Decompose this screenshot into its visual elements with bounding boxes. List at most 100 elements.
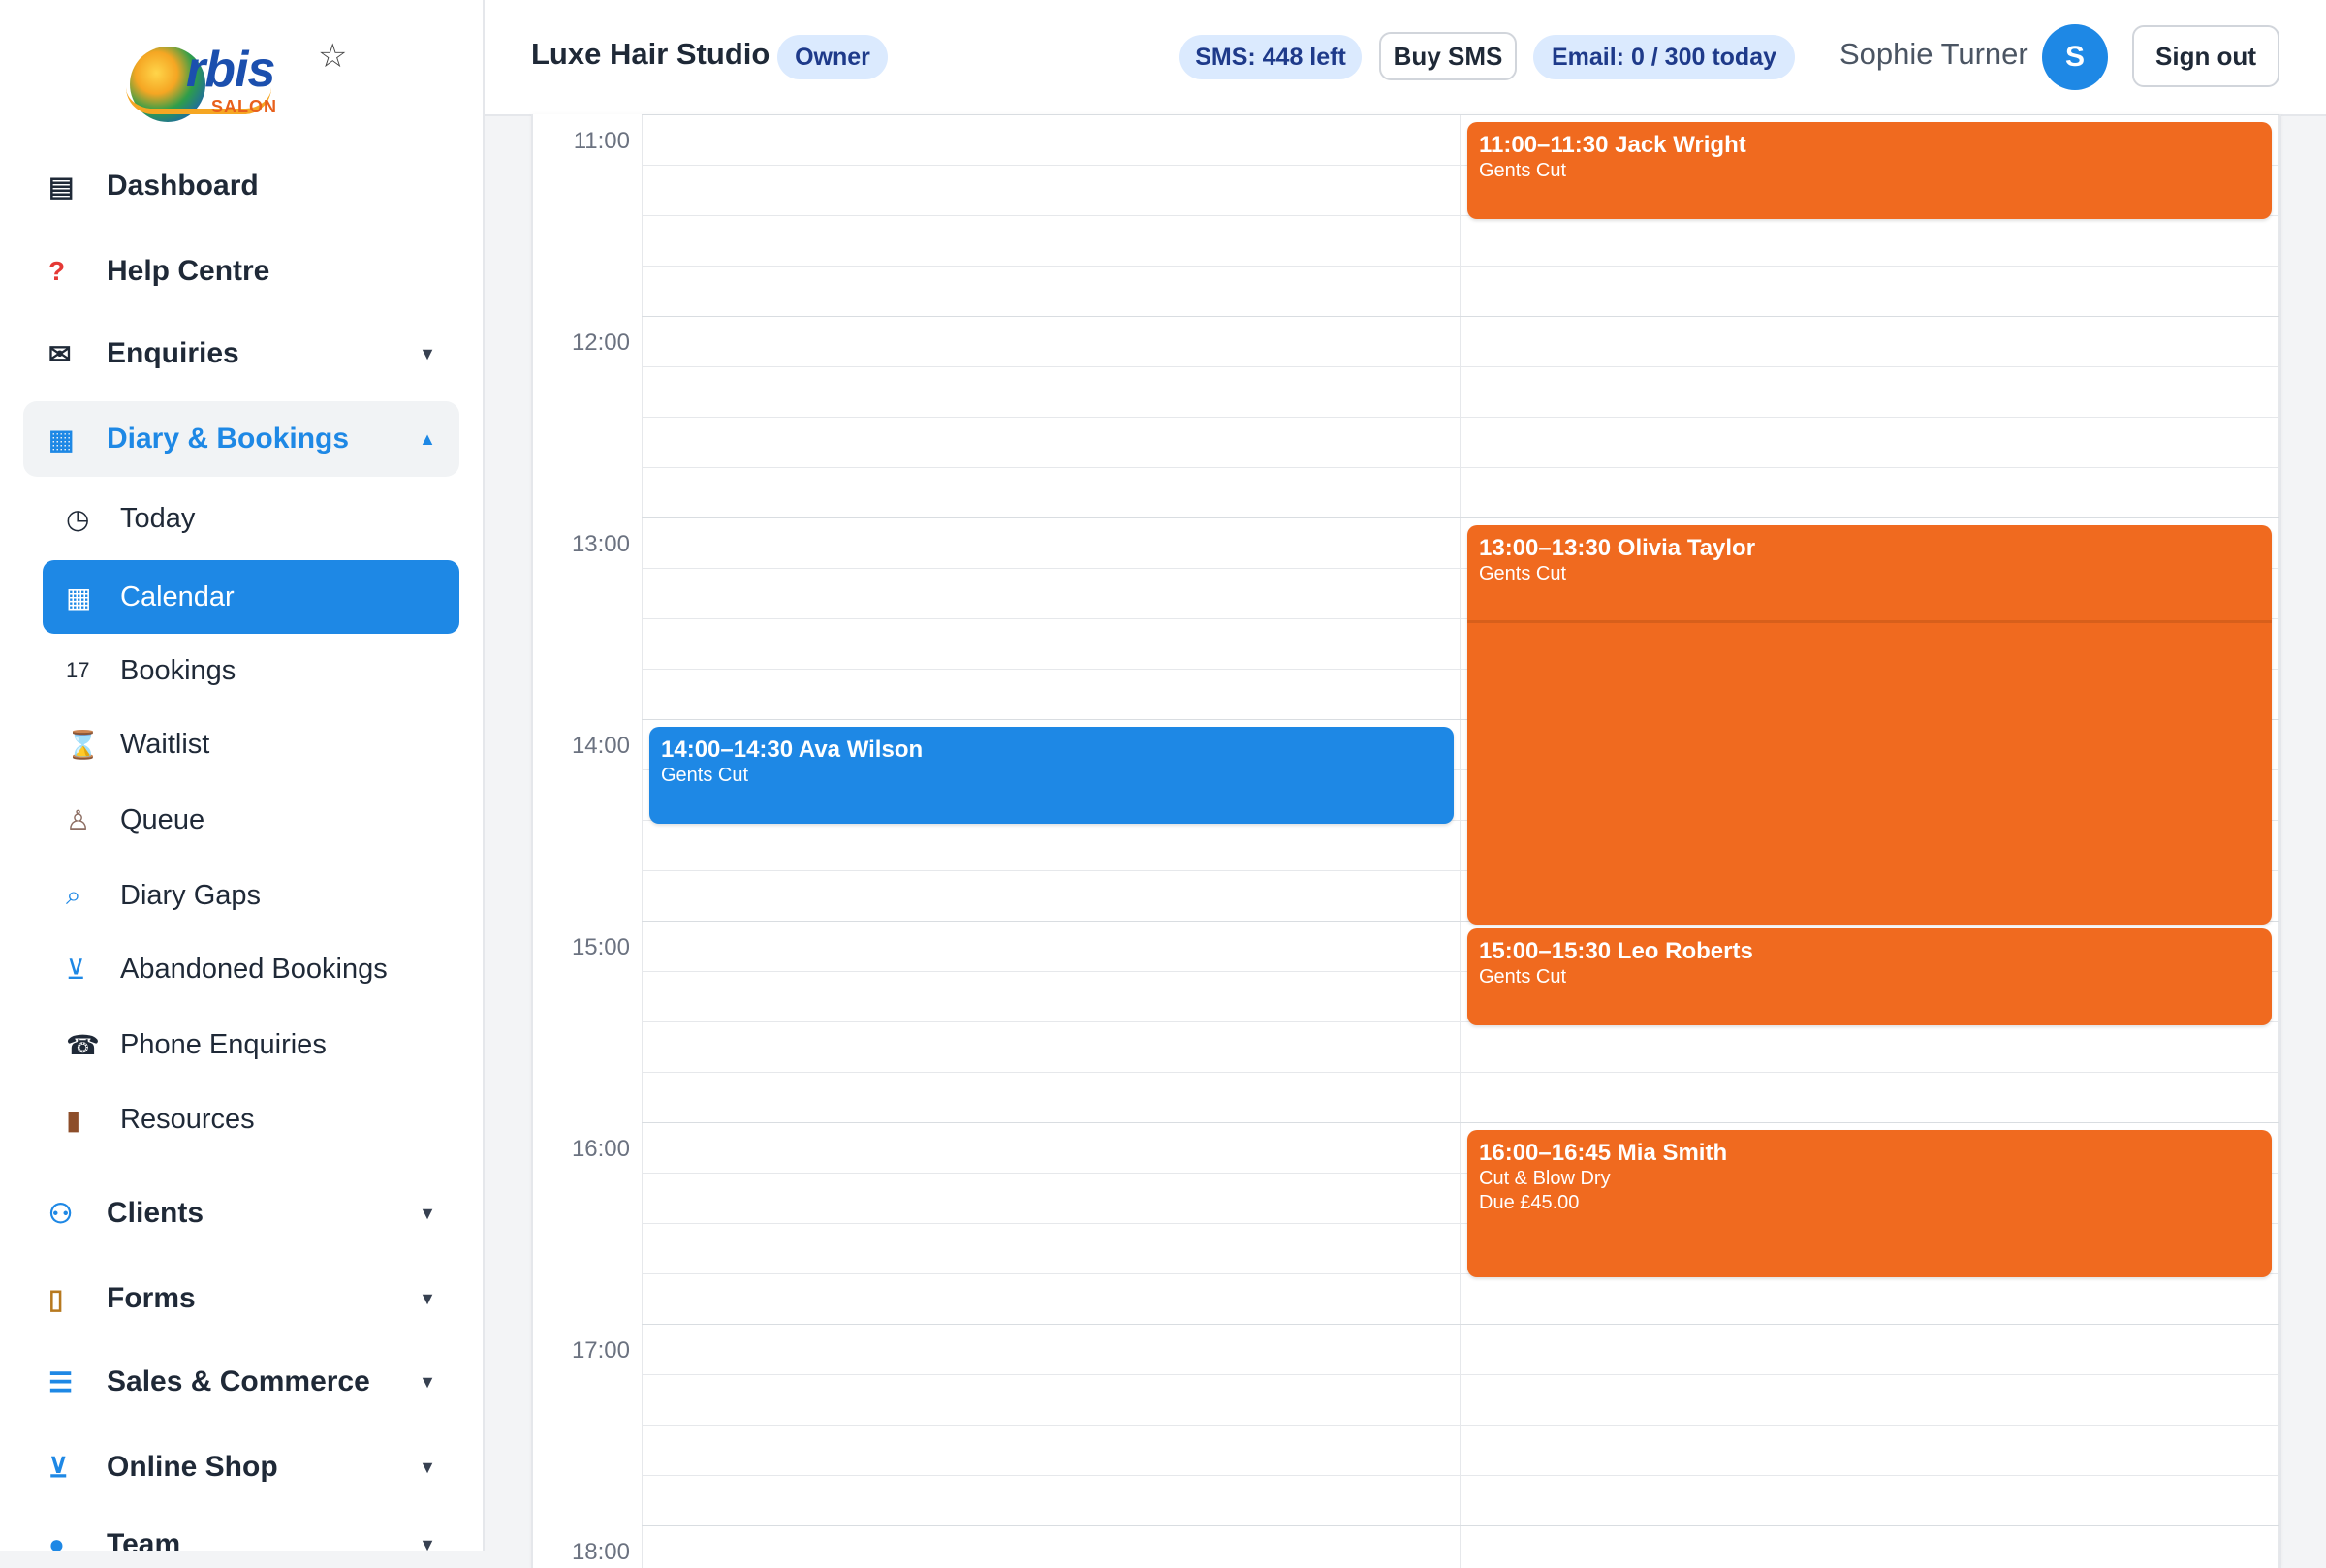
booking-service: Gents Cut [1479,160,1567,181]
sub-item-label: Phone Enquiries [120,1028,327,1060]
booking-title: 14:00–14:30 Ava Wilson [661,737,924,763]
time-label: 12:00 [571,329,630,356]
time-label: 17:00 [571,1337,630,1364]
nav-online-shop[interactable]: ⊻ Online Shop ▼ [23,1429,459,1505]
sub-item-label: Today [120,502,196,534]
booking-service: Gents Cut [1479,966,1567,988]
sub-item-label: Abandoned Bookings [120,953,388,985]
time-label: 15:00 [571,934,630,960]
nav-diary-bookings[interactable]: ▦ Diary & Bookings ▲ [23,401,459,477]
calendar-icon: ▦ [66,581,92,612]
booking-event[interactable]: 14:00–14:30 Ava Wilson Gents Cut [649,727,1454,824]
sub-item-label: Diary Gaps [120,879,262,911]
sms-balance-badge: SMS: 448 left [1179,35,1362,79]
person-icon: ● [48,1529,65,1551]
nav-sales-commerce[interactable]: ☰ Sales & Commerce ▼ [23,1344,459,1420]
nav-forms[interactable]: ▯ Forms ▼ [23,1261,459,1336]
phone-icon: ☎ [66,1029,100,1060]
booking-event[interactable]: 13:00–13:30 Olivia Taylor Gents Cut [1467,525,2272,925]
booking-service: Gents Cut [661,765,749,786]
hour-gridline [642,1525,2279,1526]
quarter-gridline [642,366,2279,367]
sub-item-waitlist[interactable]: ⌛ Waitlist [43,707,459,781]
chevron-down-icon: ▼ [419,1534,436,1552]
chevron-down-icon: ▼ [419,343,436,363]
avatar[interactable]: S [2042,24,2108,90]
quarter-gridline [642,1374,2279,1375]
sub-item-resources[interactable]: ▮ Resources [43,1082,459,1156]
sub-item-diary-gaps[interactable]: ⌕ Diary Gaps [43,859,459,932]
walking-icon: ♙ [66,804,91,835]
orbis-salon-logo[interactable]: rbis SALON ☆ [126,37,359,124]
hour-gridline [642,1324,2279,1325]
nav-enquiries[interactable]: ✉ Enquiries ▼ [23,316,459,392]
nav-label: Forms [107,1282,196,1314]
time-label: 16:00 [571,1136,630,1162]
buy-sms-button[interactable]: Buy SMS [1379,32,1517,80]
sub-item-label: Queue [120,803,205,835]
calendar-grid[interactable]: 11:00 12:00 13:00 14:00 15:00 16:00 17:0… [531,114,2281,1568]
sub-item-today[interactable]: ◷ Today [43,482,459,555]
chevron-down-icon: ▼ [419,1288,436,1308]
hourglass-icon: ⌛ [66,729,100,760]
booking-title: 13:00–13:30 Olivia Taylor [1479,535,1756,561]
clipboard-icon: ▯ [48,1283,64,1314]
chevron-down-icon: ▼ [419,1371,436,1392]
nav-label: Dashboard [107,170,259,202]
nav-team[interactable]: ● Team ▼ [23,1507,459,1551]
cart-icon: ⊻ [48,1452,69,1483]
chevron-up-icon: ▲ [419,428,436,449]
nav-label: Online Shop [107,1451,278,1483]
sub-item-calendar[interactable]: ▦ Calendar [43,560,459,634]
clock-icon: ◷ [66,503,90,534]
booking-event[interactable]: 16:00–16:45 Mia Smith Cut & Blow Dry Due… [1467,1130,2272,1277]
users-icon: ⚇ [48,1198,74,1229]
nav-label: Clients [107,1197,204,1229]
booking-title: 11:00–11:30 Jack Wright [1479,132,1746,158]
quarter-gridline [642,266,2279,267]
hour-gridline [642,517,2279,518]
help-icon: ? [48,256,66,286]
door-icon: ▮ [66,1104,81,1135]
chevron-down-icon: ▼ [419,1203,436,1223]
nav-label: Sales & Commerce [107,1365,370,1397]
nav-help-centre[interactable]: ? Help Centre [23,234,459,309]
search-icon: ⌕ [66,879,81,910]
booking-event[interactable]: 15:00–15:30 Leo Roberts Gents Cut [1467,928,2272,1025]
calendar-icon: ▦ [48,423,75,455]
time-label: 13:00 [571,531,630,557]
booking-event[interactable]: 11:00–11:30 Jack Wright Gents Cut [1467,122,2272,219]
sign-out-button[interactable]: Sign out [2132,25,2279,87]
receipt-icon: ☰ [48,1366,74,1397]
booking-service: Cut & Blow Dry [1479,1168,1611,1189]
sub-item-phone-enquiries[interactable]: ☎ Phone Enquiries [43,1008,459,1082]
sub-item-label: Waitlist [120,728,210,760]
quarter-gridline [642,1475,2279,1476]
booking-amount-due: Due £45.00 [1479,1192,1580,1213]
hour-gridline [642,1122,2279,1123]
time-label: 11:00 [573,128,630,154]
nav-label: Team [107,1528,181,1551]
booking-title: 16:00–16:45 Mia Smith [1479,1140,1728,1166]
sub-item-abandoned-bookings[interactable]: ⊻ Abandoned Bookings [43,932,459,1006]
user-name: Sophie Turner [1839,37,2028,71]
quarter-gridline [642,1425,2279,1426]
sub-item-bookings[interactable]: 17 Bookings [43,634,459,707]
sidebar: rbis SALON ☆ ▤ Dashboard ? Help Centre ✉… [0,0,485,1551]
sub-item-label: Resources [120,1103,255,1135]
hour-gridline [642,316,2279,317]
booking-title: 15:00–15:30 Leo Roberts [1479,938,1753,964]
nav-label: Enquiries [107,337,239,369]
studio-name: Luxe Hair Studio [531,37,770,71]
time-label: 18:00 [571,1539,630,1565]
chevron-down-icon: ▼ [419,1457,436,1477]
top-header: Luxe Hair Studio Owner SMS: 448 left Buy… [485,0,2326,116]
star-icon: ☆ [318,38,348,75]
mail-icon: ✉ [48,338,72,369]
nav-clients[interactable]: ⚇ Clients ▼ [23,1176,459,1251]
sub-item-queue[interactable]: ♙ Queue [43,783,459,857]
logo-text: rbis [186,42,275,98]
nav-dashboard[interactable]: ▤ Dashboard [23,148,459,224]
role-badge: Owner [777,35,888,79]
quarter-gridline [642,1072,2279,1073]
